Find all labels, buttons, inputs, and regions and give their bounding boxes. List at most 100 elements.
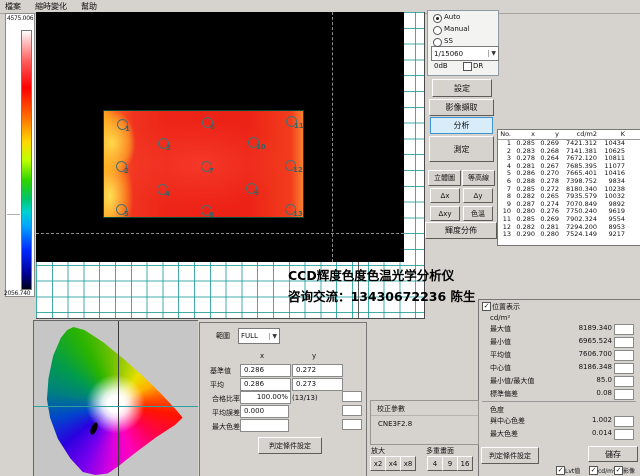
- pass-rate-value: 100.00%: [240, 391, 291, 404]
- stats-divider: [482, 401, 636, 402]
- measure-point-marker-3[interactable]: 3: [158, 138, 169, 149]
- radio-auto[interactable]: [433, 14, 442, 23]
- unit-label: cd/m²: [490, 314, 510, 322]
- table-header-cd/m2: cd/m2: [559, 130, 597, 139]
- measure-point-marker-2[interactable]: 2: [116, 161, 127, 172]
- measure-point-marker-1[interactable]: 1: [117, 119, 128, 130]
- save-button[interactable]: 儲存: [588, 446, 638, 462]
- multiview-16-button[interactable]: 16: [457, 456, 473, 471]
- settings-button[interactable]: 設定: [432, 79, 492, 97]
- marker-number: 1: [125, 125, 130, 133]
- stat-label: 中心值: [490, 363, 511, 373]
- save-option-checkbox[interactable]: ✓: [614, 466, 623, 475]
- stat-value: 0.08: [560, 389, 612, 397]
- measure-point-marker-6[interactable]: 6: [202, 117, 213, 128]
- measure-point-marker-7[interactable]: 7: [201, 161, 212, 172]
- calibration-group: 校正參數 CNE3F2.8: [370, 400, 479, 445]
- table-row[interactable]: 130.2900.2807524.1499217: [498, 231, 640, 239]
- marker-number: 5: [124, 210, 129, 218]
- chroma-diff-label: 與中心色差: [490, 416, 525, 426]
- save-option-checkbox[interactable]: ✓: [556, 466, 565, 475]
- measure-point-marker-10[interactable]: 10: [248, 137, 259, 148]
- marker-number: 8: [209, 211, 214, 219]
- delta-xy-button[interactable]: Δxy: [430, 206, 460, 221]
- delta-y-button[interactable]: Δy: [463, 188, 493, 203]
- marker-number: 10: [256, 143, 266, 151]
- measure-point-marker-9[interactable]: 9: [246, 183, 257, 194]
- calibration-title: 校正參數: [377, 404, 405, 414]
- calibration-divider: [371, 415, 478, 416]
- measure-point-marker-12[interactable]: 12: [285, 160, 296, 171]
- measure-point-marker-11[interactable]: 11: [286, 116, 297, 127]
- chroma-diff-value: 1.002: [560, 416, 612, 424]
- radio-manual[interactable]: [433, 26, 442, 35]
- max-colordiff-value: [240, 419, 289, 432]
- cie-chromaticity-diagram[interactable]: [33, 320, 198, 476]
- judge-indicator-box: [614, 429, 634, 440]
- judge-condition-button-middle[interactable]: 判定條件設定: [258, 437, 322, 454]
- column-y-header: y: [312, 352, 316, 360]
- table-header-x: x: [511, 130, 535, 139]
- measurement-table[interactable]: No.xycd/m2K10.2850.2697421.3121043420.28…: [497, 129, 640, 246]
- dr-checkbox[interactable]: [463, 62, 472, 71]
- save-option-checkbox[interactable]: ✓: [589, 466, 598, 475]
- stat-value: 7606.700: [560, 350, 612, 358]
- chroma-diff-value: 0.014: [560, 429, 612, 437]
- magnify-label: 放大: [371, 446, 385, 456]
- pass-count-note: (13/13): [292, 394, 318, 402]
- measure-point-marker-13[interactable]: 13: [285, 204, 296, 215]
- judge-indicator-box: [614, 363, 634, 374]
- watermark-text: CCD辉度色度色温光学分析仪 咨询交流：13430672236 陈生: [288, 265, 476, 307]
- position-display-label: 位置表示: [492, 302, 520, 312]
- watermark-line2: 咨询交流：13430672236 陈生: [288, 286, 476, 307]
- menu-item-1[interactable]: 檔案: [5, 1, 21, 12]
- chromaticity-panel: 範圍 FULL ▼ x y 合格比率 100.00% (13/13) 平均誤差 …: [199, 322, 367, 476]
- measure-point-marker-8[interactable]: 8: [201, 205, 212, 216]
- judge-indicator-box: [614, 337, 634, 348]
- judge-indicator-box: [614, 416, 634, 427]
- magnify-x2-button[interactable]: x2: [370, 456, 386, 471]
- menu-item-3[interactable]: 幫助: [81, 1, 97, 12]
- shutter-value: 1/15060: [434, 50, 463, 58]
- ref-row-label: 基準值: [210, 366, 231, 376]
- capture-button[interactable]: 影像擷取: [429, 99, 494, 116]
- contour-button[interactable]: 等高線: [462, 170, 495, 186]
- radio-label-auto: Auto: [444, 13, 460, 21]
- save-option-label: 影像檔: [623, 466, 640, 476]
- cell-y: 0.280: [535, 231, 559, 239]
- magnify-x4-button[interactable]: x4: [385, 456, 401, 471]
- cie-gamut-horseshoe: [36, 324, 192, 475]
- menu-item-2[interactable]: 縮時變化: [35, 1, 67, 12]
- position-display-checkbox[interactable]: ✓: [482, 302, 491, 311]
- ref-y-value: 0.272: [292, 364, 343, 377]
- crosshair-horizontal: [36, 233, 404, 234]
- scale-max-label: 4575.006: [7, 15, 33, 22]
- stat-label: 平均值: [490, 350, 511, 360]
- judge-indicator-box: [342, 391, 362, 402]
- max-colordiff-label: 最大色差: [212, 422, 240, 432]
- stat-value: 8186.348: [560, 363, 612, 371]
- range-select[interactable]: FULL ▼: [238, 328, 280, 344]
- chroma-diff-label: 最大色差: [490, 429, 518, 439]
- shutter-select[interactable]: 1/15060 ▼: [431, 46, 499, 61]
- gain-label: 0dB: [434, 62, 448, 70]
- judge-condition-button-right[interactable]: 判定條件設定: [481, 447, 539, 464]
- ref-x-value: 0.286: [240, 378, 291, 391]
- marker-number: 12: [293, 166, 303, 174]
- measure-point-marker-5[interactable]: 5: [116, 204, 127, 215]
- multiview-9-button[interactable]: 9: [442, 456, 458, 471]
- multiview-4-button[interactable]: 4: [427, 456, 443, 471]
- chroma-section-title: 色度: [490, 405, 504, 415]
- plot3d-button[interactable]: 立體圖: [428, 170, 461, 186]
- luminance-distribution-button[interactable]: 輝度分佈: [425, 222, 497, 239]
- pass-rate-label: 合格比率: [212, 394, 240, 404]
- magnify-x8-button[interactable]: x8: [400, 456, 416, 471]
- analyze-button[interactable]: 分析: [430, 117, 493, 134]
- radio-ss[interactable]: [433, 38, 442, 47]
- measure-button[interactable]: 測定: [429, 136, 494, 162]
- stat-label: 最大值: [490, 324, 511, 334]
- measure-point-marker-4[interactable]: 4: [157, 184, 168, 195]
- cct-button[interactable]: 色溫: [463, 206, 493, 221]
- avg-error-label: 平均誤差: [212, 408, 240, 418]
- delta-x-button[interactable]: Δx: [430, 188, 460, 203]
